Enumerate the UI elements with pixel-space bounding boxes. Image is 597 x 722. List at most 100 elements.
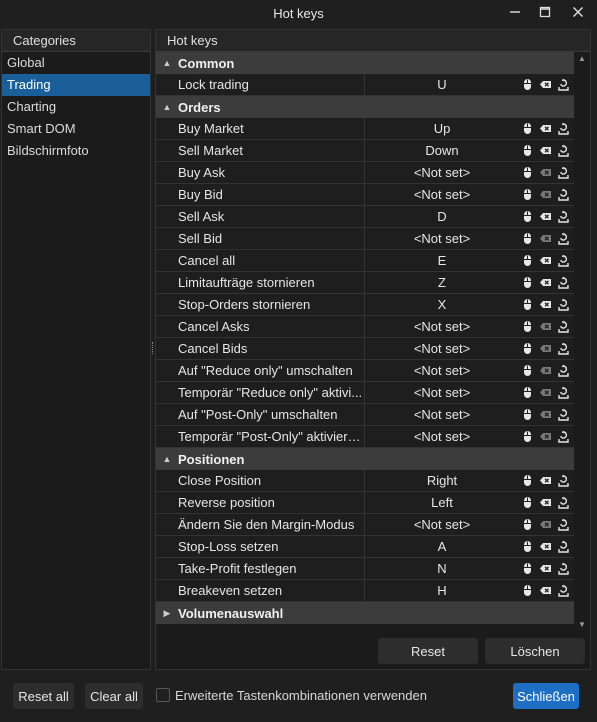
hotkey-value[interactable]: Z [365,272,519,293]
expanded-arrow-icon[interactable]: ▲ [156,58,178,68]
scroll-up-arrow-icon[interactable]: ▲ [574,52,590,64]
group-header[interactable]: ▲ Orders [156,96,574,118]
reset-key-icon[interactable] [557,320,570,333]
clear-key-icon[interactable] [539,474,552,487]
reset-key-icon[interactable] [557,342,570,355]
hotkey-value[interactable]: N [365,558,519,579]
category-item-smart-dom[interactable]: Smart DOM [2,118,150,140]
mouse-icon[interactable] [521,430,534,443]
mouse-icon[interactable] [521,540,534,553]
category-item-trading[interactable]: Trading [2,74,150,96]
clear-key-icon[interactable] [539,232,552,245]
mouse-icon[interactable] [521,232,534,245]
hotkey-row[interactable]: Close Position Right [156,470,574,492]
expanded-arrow-icon[interactable]: ▲ [156,102,178,112]
hotkey-value[interactable]: D [365,206,519,227]
hotkey-row[interactable]: Breakeven setzen H [156,580,574,602]
mouse-icon[interactable] [521,78,534,91]
mouse-icon[interactable] [521,298,534,311]
hotkey-value[interactable]: Right [365,470,519,491]
reset-key-icon[interactable] [557,518,570,531]
reset-key-icon[interactable] [557,254,570,267]
reset-button[interactable]: Reset [378,638,478,664]
clear-key-icon[interactable] [539,364,552,377]
mouse-icon[interactable] [521,144,534,157]
hotkey-row[interactable]: Ändern Sie den Margin-Modus <Not set> [156,514,574,536]
scroll-down-arrow-icon[interactable]: ▼ [574,618,590,630]
clear-key-icon[interactable] [539,166,552,179]
reset-key-icon[interactable] [557,584,570,597]
hotkey-value[interactable]: A [365,536,519,557]
clear-key-icon[interactable] [539,408,552,421]
reset-key-icon[interactable] [557,166,570,179]
clear-key-icon[interactable] [539,122,552,135]
mouse-icon[interactable] [521,474,534,487]
hotkey-value[interactable]: <Not set> [365,338,519,359]
clear-all-button[interactable]: Clear all [85,683,143,709]
group-header[interactable]: ▶ Volumenauswahl [156,602,574,624]
hotkey-value[interactable]: H [365,580,519,601]
reset-key-icon[interactable] [557,122,570,135]
hotkey-row[interactable]: Cancel Bids <Not set> [156,338,574,360]
hotkey-row[interactable]: Buy Bid <Not set> [156,184,574,206]
reset-key-icon[interactable] [557,298,570,311]
mouse-icon[interactable] [521,408,534,421]
hotkey-value[interactable]: Left [365,492,519,513]
mouse-icon[interactable] [521,518,534,531]
minimize-button[interactable] [500,0,530,24]
mouse-icon[interactable] [521,122,534,135]
close-window-button[interactable] [563,0,593,24]
hotkey-row[interactable]: Buy Ask <Not set> [156,162,574,184]
clear-key-icon[interactable] [539,320,552,333]
hotkey-row[interactable]: Buy Market Up [156,118,574,140]
group-header[interactable]: ▲ Positionen [156,448,574,470]
mouse-icon[interactable] [521,364,534,377]
hotkey-value[interactable]: X [365,294,519,315]
reset-key-icon[interactable] [557,210,570,223]
reset-key-icon[interactable] [557,188,570,201]
reset-key-icon[interactable] [557,540,570,553]
reset-key-icon[interactable] [557,276,570,289]
clear-key-icon[interactable] [539,584,552,597]
hotkey-value[interactable]: <Not set> [365,316,519,337]
hotkey-value[interactable]: <Not set> [365,228,519,249]
hotkey-row[interactable]: Reverse position Left [156,492,574,514]
hotkey-row[interactable]: Sell Market Down [156,140,574,162]
hotkey-value[interactable]: Up [365,118,519,139]
mouse-icon[interactable] [521,276,534,289]
category-item-global[interactable]: Global [2,52,150,74]
hotkey-row[interactable]: Stop-Loss setzen A [156,536,574,558]
clear-key-icon[interactable] [539,430,552,443]
hotkey-value[interactable]: <Not set> [365,404,519,425]
reset-key-icon[interactable] [557,562,570,575]
close-button[interactable]: Schließen [513,683,579,709]
clear-key-icon[interactable] [539,386,552,399]
hotkey-row[interactable]: Temporär "Reduce only" aktivi... <Not set… [156,382,574,404]
hotkey-value[interactable]: <Not set> [365,360,519,381]
hotkey-row[interactable]: Limitaufträge stornieren Z [156,272,574,294]
hotkey-value[interactable]: <Not set> [365,184,519,205]
group-header[interactable]: ▲ Common [156,52,574,74]
hotkey-value[interactable]: U [365,74,519,95]
hotkey-value[interactable]: E [365,250,519,271]
hotkey-value[interactable]: <Not set> [365,382,519,403]
clear-key-icon[interactable] [539,540,552,553]
clear-key-icon[interactable] [539,144,552,157]
hotkey-row[interactable]: Lock trading U [156,74,574,96]
extended-combinations-checkbox[interactable] [156,688,170,702]
hotkey-row[interactable]: Cancel Asks <Not set> [156,316,574,338]
clear-key-icon[interactable] [539,254,552,267]
reset-key-icon[interactable] [557,232,570,245]
hotkey-value[interactable]: Down [365,140,519,161]
reset-key-icon[interactable] [557,474,570,487]
hotkey-value[interactable]: <Not set> [365,426,519,447]
hotkey-row[interactable]: Sell Ask D [156,206,574,228]
panel-splitter[interactable] [152,342,154,354]
reset-key-icon[interactable] [557,386,570,399]
reset-key-icon[interactable] [557,364,570,377]
hotkey-value[interactable]: <Not set> [365,514,519,535]
clear-key-icon[interactable] [539,562,552,575]
extended-combinations-option[interactable]: Erweiterte Tastenkombinationen verwenden [156,685,427,705]
clear-key-icon[interactable] [539,188,552,201]
category-item-bildschirmfoto[interactable]: Bildschirmfoto [2,140,150,162]
